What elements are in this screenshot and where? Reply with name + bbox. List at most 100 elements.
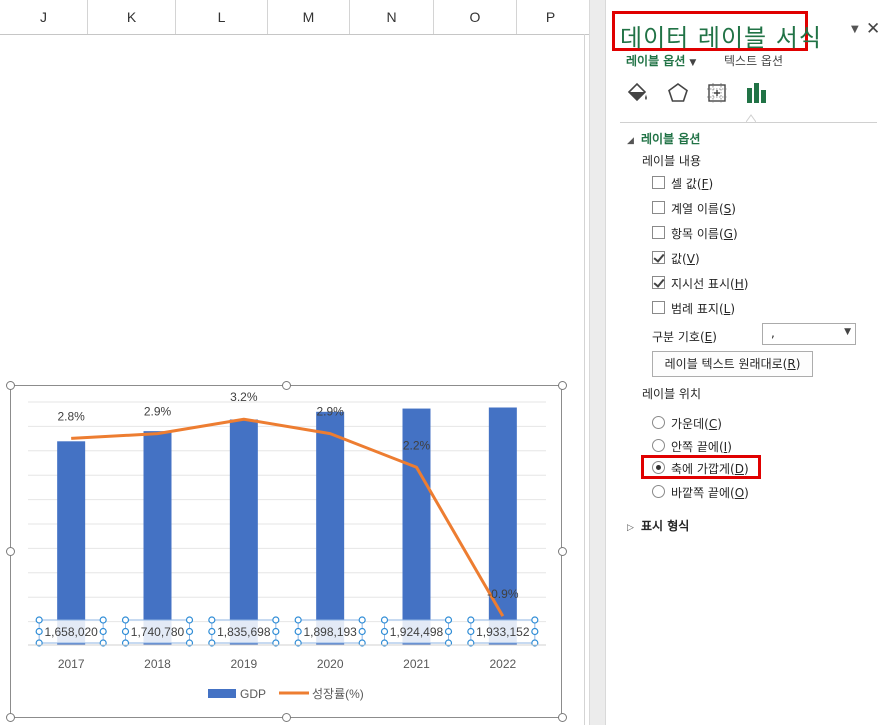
line-series-growth[interactable] — [71, 417, 505, 617]
chart-legend[interactable]: GDP 성장률(%) — [208, 687, 364, 701]
label-selection-handle[interactable] — [99, 616, 107, 624]
label-selection-handle[interactable] — [121, 616, 130, 624]
data-label-growth[interactable]: 2.2% — [403, 438, 431, 452]
checkbox-box[interactable] — [652, 226, 665, 239]
size-properties-icon[interactable] — [704, 80, 730, 106]
tab-label-options-text: 레이블 옵션 — [626, 54, 686, 68]
category-tick-label: 2020 — [317, 657, 344, 671]
label-selection-handle[interactable] — [358, 616, 366, 624]
label-selection-handle[interactable] — [272, 627, 280, 636]
section-number-text: 표시 형식 — [641, 519, 690, 533]
worksheet[interactable]: J K L M N O P 1,658,020 1,740,780 1,835,69… — [0, 0, 589, 725]
label-selection-handle[interactable] — [358, 627, 366, 636]
label-contains-heading: 레이블 내용 — [642, 154, 702, 168]
reset-label-text-button[interactable]: 레이블 텍스트 원래대로(R) — [652, 351, 813, 377]
label-selection-handle[interactable] — [208, 627, 216, 636]
section-number[interactable]: ▷ 표시 형식 — [627, 517, 689, 534]
data-label-growth[interactable]: 2.9% — [316, 405, 344, 419]
pane-divider — [620, 122, 877, 123]
bar-chart-icon[interactable] — [744, 80, 770, 106]
checkbox-box[interactable] — [652, 201, 665, 214]
data-label-gdp[interactable]: 1,835,698 — [217, 625, 271, 639]
expand-triangle-icon: ▷ — [627, 523, 634, 533]
data-labels[interactable]: 1,658,020 1,740,780 1,835,698 1,898,193 1,92… — [35, 390, 539, 647]
data-label-growth[interactable]: 3.2% — [230, 390, 258, 404]
bar-gdp-2020[interactable] — [316, 411, 345, 645]
bar-gdp-2018[interactable] — [143, 431, 172, 645]
category-tick-label: 2018 — [144, 657, 171, 671]
line-growth-rate[interactable] — [71, 417, 505, 617]
bar-gdp-2022[interactable] — [488, 407, 517, 645]
selected-tab-indicator — [746, 114, 756, 122]
checkbox-box[interactable] — [652, 176, 665, 189]
selected-option-highlight-box — [641, 455, 761, 479]
checkbox-box[interactable] — [652, 276, 665, 289]
category-tick-label: 2022 — [489, 657, 516, 671]
combo-chart[interactable]: 1,658,020 1,740,780 1,835,698 1,898,193 1,92… — [0, 0, 589, 725]
data-label-growth[interactable]: -0.9% — [487, 587, 519, 601]
tab-label-options[interactable]: 레이블 옵션 ▼ — [626, 52, 696, 69]
category-tick-label: 2017 — [58, 657, 85, 671]
gridlines — [28, 401, 546, 623]
data-label-gdp[interactable]: 1,898,193 — [303, 625, 357, 639]
fill-line-icon[interactable] — [624, 80, 650, 106]
data-label-gdp[interactable]: 1,658,020 — [44, 625, 98, 639]
radio-label: 안쪽 끝에(I) — [671, 440, 732, 454]
category-tick-label: 2021 — [403, 657, 430, 671]
label-selection-handle[interactable] — [444, 627, 453, 636]
data-label-growth[interactable]: 2.9% — [144, 405, 172, 419]
pane-options-chevron-icon[interactable]: ▼ — [851, 24, 859, 35]
section-label-options-text: 레이블 옵션 — [641, 132, 701, 146]
label-selection-handle[interactable] — [185, 627, 194, 636]
checkbox-label: 값(V) — [671, 252, 700, 266]
tab-text-options[interactable]: 텍스트 옵션 — [724, 52, 783, 69]
legend-label-gdp[interactable]: GDP — [240, 687, 266, 701]
label-selection-handle[interactable] — [99, 627, 107, 636]
label-selection-handle[interactable] — [35, 616, 43, 624]
bar-series-gdp[interactable] — [57, 407, 517, 645]
collapse-triangle-icon: ◢ — [627, 136, 634, 146]
data-label-gdp[interactable]: 1,933,152 — [476, 625, 530, 639]
chevron-down-icon: ▼ — [689, 58, 697, 68]
label-selection-handle[interactable] — [531, 627, 539, 636]
label-selection-handle[interactable] — [294, 627, 302, 636]
label-selection-handle[interactable] — [467, 627, 475, 636]
label-selection-handle[interactable] — [444, 616, 453, 624]
section-label-options[interactable]: ◢ 레이블 옵션 — [627, 130, 700, 147]
label-selection-handle[interactable] — [380, 627, 389, 636]
dropdown-arrow-icon: ▼ — [844, 327, 851, 337]
label-selection-handle[interactable] — [121, 627, 130, 636]
close-icon[interactable]: ✕ — [866, 19, 880, 39]
radio-label: 가운데(C) — [671, 417, 722, 431]
checkbox-label: 지시선 표시(H) — [671, 277, 749, 291]
label-selection-handle[interactable] — [185, 616, 194, 624]
label-selection-handle[interactable] — [380, 616, 389, 624]
radio-circle[interactable] — [652, 485, 665, 498]
separator-dropdown[interactable]: , ▼ — [762, 323, 856, 345]
effects-pentagon-icon[interactable] — [665, 80, 691, 106]
radio-circle[interactable] — [652, 439, 665, 452]
label-selection-handle[interactable] — [531, 616, 539, 624]
checkbox-label: 범례 표지(L) — [671, 302, 736, 316]
checkbox-box[interactable] — [652, 251, 665, 264]
checkbox-box[interactable] — [652, 301, 665, 314]
label-selection-handle[interactable] — [208, 616, 216, 624]
label-selection-handle[interactable] — [35, 627, 43, 636]
radio-label: 바깥쪽 끝에(O) — [671, 486, 749, 500]
label-selection-handle[interactable] — [294, 616, 302, 624]
radio-circle[interactable] — [652, 416, 665, 429]
bar-gdp-2017[interactable] — [57, 441, 86, 645]
label-selection-handle[interactable] — [467, 616, 475, 624]
legend-label-growth[interactable]: 성장률(%) — [312, 687, 364, 701]
data-label-growth[interactable]: 2.8% — [57, 409, 85, 423]
data-label-gdp[interactable]: 1,740,780 — [131, 625, 185, 639]
category-tick-label: 2019 — [230, 657, 257, 671]
label-position-heading: 레이블 위치 — [642, 387, 702, 401]
checkbox-label: 항목 이름(G) — [671, 227, 738, 241]
data-label-gdp[interactable]: 1,924,498 — [390, 625, 444, 639]
label-selection-handle[interactable] — [272, 616, 280, 624]
pane-splitter[interactable] — [589, 0, 606, 725]
pane-title: 데이터 레이블 서식 — [620, 24, 822, 52]
bar-gdp-2019[interactable] — [229, 419, 258, 645]
category-axis[interactable]: 2017 2018 2019 2020 2021 2022 — [28, 644, 546, 671]
